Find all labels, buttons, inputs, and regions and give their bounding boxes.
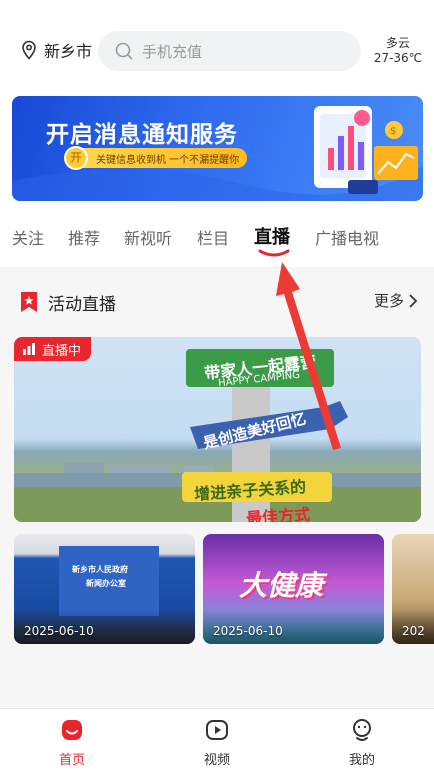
annotation-arrow-icon xyxy=(276,262,341,450)
